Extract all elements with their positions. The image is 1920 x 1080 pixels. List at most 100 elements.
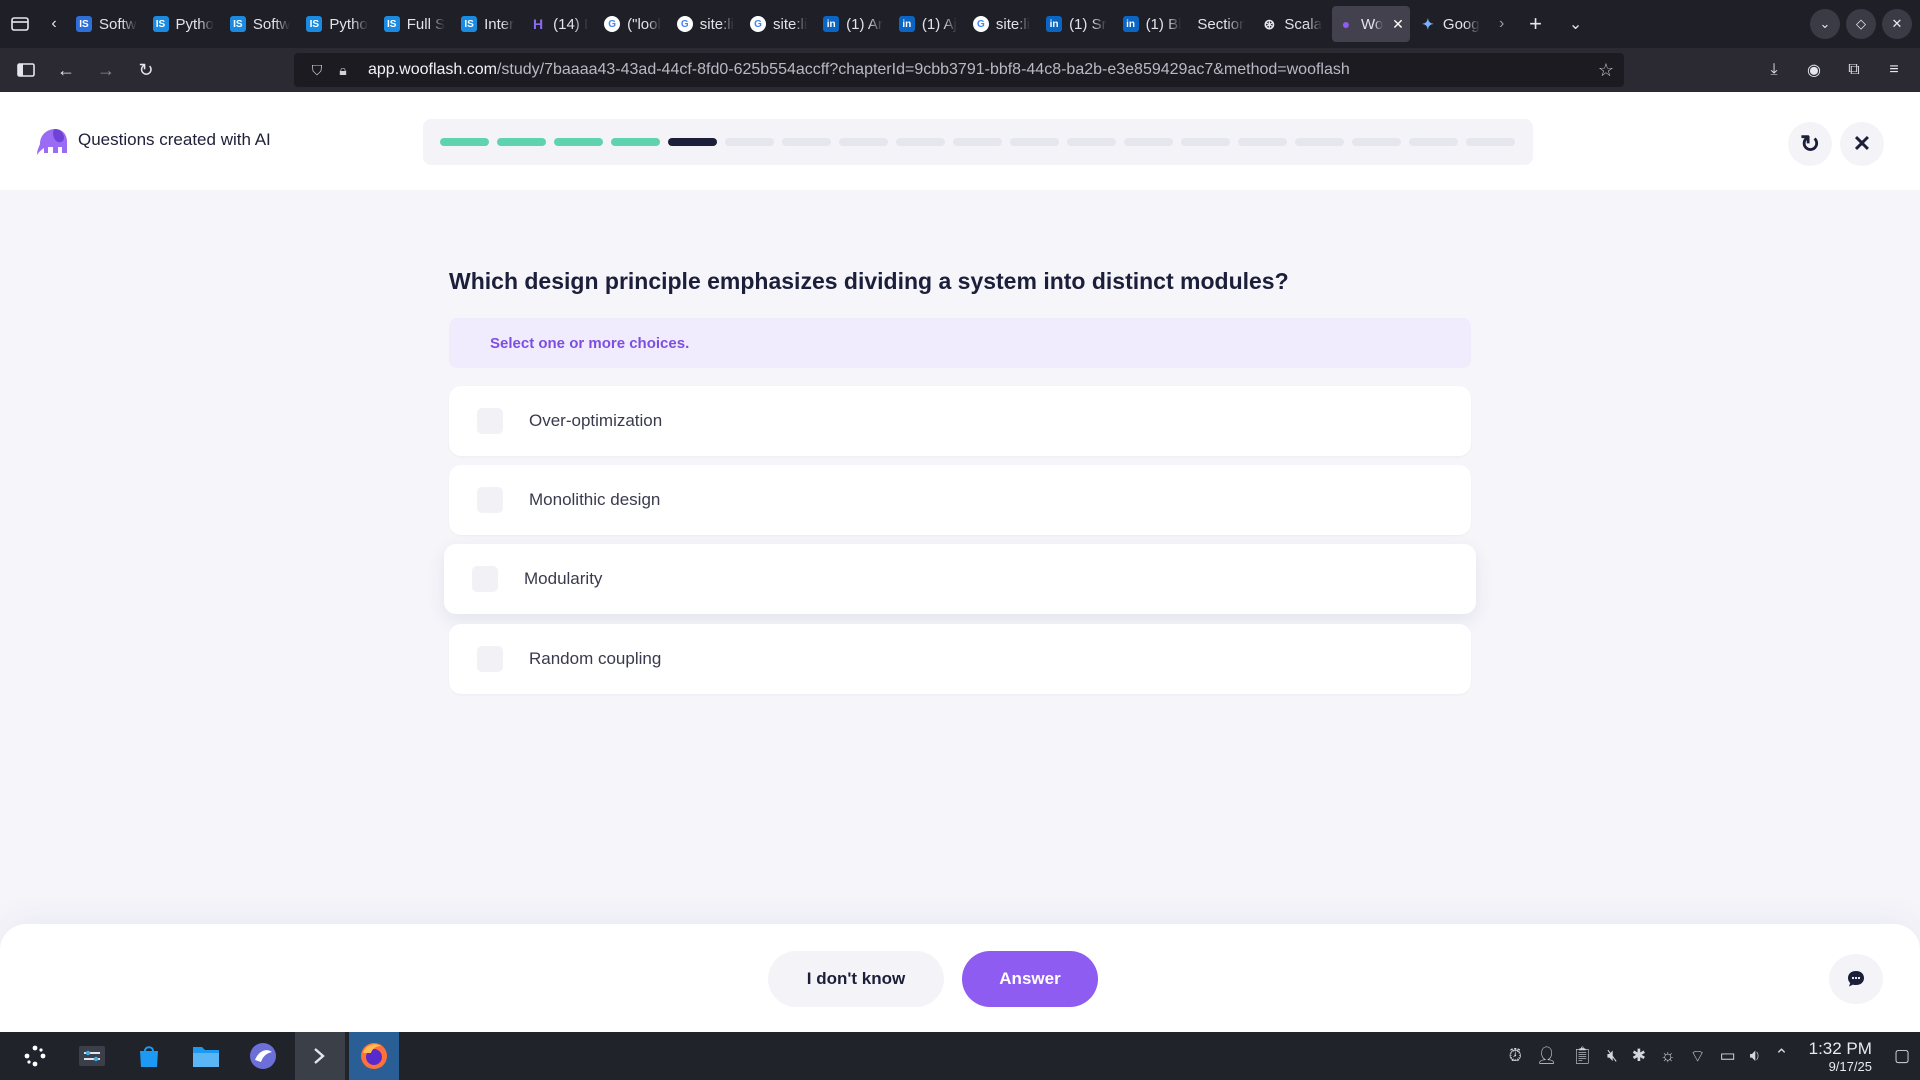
muted-speaker-icon[interactable]: 🔇︎ — [1607, 1046, 1618, 1066]
choice-checkbox[interactable] — [472, 566, 498, 592]
choice-checkbox[interactable] — [477, 487, 503, 513]
reload-icon[interactable]: ↻ — [126, 48, 166, 92]
progress-segment — [1295, 138, 1344, 146]
browser-tab[interactable]: in (1) Sr — [1040, 6, 1113, 42]
browser-tab-label: (1) Ar — [846, 15, 883, 33]
question-progress-bar — [423, 119, 1533, 165]
close-icon: ✕ — [1852, 131, 1872, 156]
is-icon: IS — [152, 16, 169, 32]
terminal-icon[interactable] — [295, 1032, 345, 1080]
show-desktop-icon[interactable]: ▢ — [1894, 1046, 1910, 1066]
is-icon: IS — [229, 16, 246, 32]
browser-tab[interactable]: IS Softw — [70, 6, 143, 42]
file-manager-icon[interactable] — [181, 1032, 231, 1080]
wifi-icon[interactable]: ⌔ — [1690, 1046, 1706, 1067]
browser-tab[interactable]: G ("lool — [598, 6, 667, 42]
browser-tab[interactable]: in (1) Ar — [817, 6, 889, 42]
browser-tab-strip: ‹ IS Softw IS Pytho IS Softw IS Pytho IS Full S IS… — [0, 0, 1920, 48]
maximize-icon[interactable]: ◇ — [1846, 9, 1876, 39]
browser-tab[interactable]: IS Softw — [224, 6, 297, 42]
hint-box: Select one or more choices. — [449, 318, 1471, 368]
lock-icon[interactable]: 🔒︎ — [330, 62, 356, 79]
tray-expand-icon[interactable]: ⌃ — [1774, 1046, 1788, 1066]
choice-option[interactable]: Random coupling — [449, 624, 1471, 694]
menu-icon[interactable]: ≡ — [1874, 48, 1914, 92]
forward-icon[interactable]: → — [86, 48, 126, 92]
new-tab-icon[interactable]: + — [1516, 0, 1556, 48]
tabs-scroll-right-icon[interactable]: › — [1488, 0, 1516, 48]
refresh-icon: ↻ — [1799, 130, 1821, 158]
close-window-icon[interactable]: ✕ — [1882, 9, 1912, 39]
system-settings-icon[interactable] — [67, 1032, 117, 1080]
shield-icon[interactable]: ⛉ — [304, 62, 330, 79]
browser-tab[interactable]: H (14) I — [524, 6, 594, 42]
close-button[interactable]: ✕ — [1840, 122, 1884, 166]
progress-segment — [782, 138, 831, 146]
bluetooth-icon[interactable]: ✱ — [1632, 1046, 1646, 1066]
progress-segment — [1238, 138, 1287, 146]
choice-option[interactable]: Modularity — [444, 544, 1476, 614]
browser-tab[interactable]: ✦ Goog — [1414, 6, 1486, 42]
dont-know-button[interactable]: I don't know — [768, 951, 944, 1007]
clock-time: 1:32 PM — [1808, 1038, 1872, 1058]
google-icon: G — [604, 16, 621, 32]
back-icon[interactable]: ← — [46, 48, 86, 92]
browser-tab[interactable]: ⊛ Scala — [1255, 6, 1328, 42]
user-icon[interactable]: 👤︎ — [1536, 1046, 1558, 1066]
is-icon: IS — [383, 16, 400, 32]
clipboard-icon[interactable]: 📋︎ — [1571, 1046, 1593, 1066]
bookmark-star-icon[interactable]: ☆ — [1598, 60, 1614, 81]
account-icon[interactable]: ◉ — [1794, 48, 1834, 92]
browser-tab[interactable]: in (1) Aj — [893, 6, 963, 42]
url-text[interactable]: app.wooflash.com/study/7baaaa43-43ad-44c… — [368, 61, 1350, 79]
sidebar-toggle-icon[interactable] — [6, 48, 46, 92]
browser-tab[interactable]: Gsite:li — [967, 6, 1036, 42]
list-all-tabs-icon[interactable]: ⌄ — [1556, 0, 1596, 48]
address-bar[interactable]: ⛉ 🔒︎ app.wooflash.com/study/7baaaa43-43a… — [294, 53, 1624, 87]
extensions-icon[interactable]: ⧉ — [1834, 48, 1874, 92]
clock-date: 9/17/25 — [1828, 1058, 1872, 1074]
hackerrank-icon: H — [533, 16, 544, 32]
browser-tab[interactable]: IS Inter — [455, 6, 520, 42]
close-tab-icon[interactable]: ✕ — [1392, 16, 1404, 33]
kde-connect-icon[interactable] — [238, 1032, 288, 1080]
browser-tab[interactable]: IS Full S — [378, 6, 451, 42]
browser-tab[interactable]: ● Wo ✕ — [1331, 6, 1410, 42]
brightness-icon[interactable]: ☼ — [1660, 1046, 1676, 1066]
google-icon: G — [972, 16, 989, 32]
battery-icon[interactable]: ▭ — [1720, 1046, 1736, 1066]
browser-tab-label: (1) Aj — [921, 15, 957, 33]
notifications-icon[interactable]: ⏰︎ — [1509, 1046, 1522, 1066]
browser-tab[interactable]: Gsite:li — [744, 6, 813, 42]
minimize-icon[interactable]: ⌄ — [1810, 9, 1840, 39]
browser-tab[interactable]: Gsite:li — [671, 6, 740, 42]
choice-option[interactable]: Over-optimization — [449, 386, 1471, 456]
downloads-icon[interactable]: ⤓ — [1754, 48, 1794, 92]
tabs-scroll-left-icon[interactable]: ‹ — [40, 0, 68, 48]
choice-label: Monolithic design — [529, 490, 661, 509]
tab-overview-icon[interactable] — [0, 0, 40, 48]
answer-button[interactable]: Answer — [962, 951, 1098, 1007]
is-icon: IS — [76, 16, 92, 32]
browser-tab-label: Pytho — [175, 15, 214, 33]
software-store-icon[interactable] — [124, 1032, 174, 1080]
browser-tab[interactable]: Section: — [1191, 6, 1251, 42]
choice-option[interactable]: Monolithic design — [449, 465, 1471, 535]
volume-icon[interactable]: 🔉︎ — [1750, 1046, 1761, 1066]
browser-tab[interactable]: IS Pytho — [147, 6, 220, 42]
firefox-icon[interactable] — [349, 1032, 399, 1080]
browser-tab[interactable]: in (1) Bl — [1117, 6, 1188, 42]
progress-segment — [839, 138, 888, 146]
browser-tab-label: Inter — [484, 15, 515, 33]
chat-button[interactable] — [1829, 954, 1883, 1004]
progress-segment — [953, 138, 1002, 146]
clock[interactable]: 1:32 PM 9/17/25 — [1809, 1039, 1872, 1074]
app-launcher-icon[interactable] — [10, 1032, 60, 1080]
restart-button[interactable]: ↻ — [1788, 122, 1832, 166]
progress-segment — [668, 138, 717, 146]
choice-checkbox[interactable] — [477, 646, 503, 672]
browser-tab[interactable]: IS Pytho — [300, 6, 373, 42]
choice-checkbox[interactable] — [477, 408, 503, 434]
progress-segment — [611, 138, 660, 146]
openai-icon: ⊛ — [1261, 16, 1278, 32]
